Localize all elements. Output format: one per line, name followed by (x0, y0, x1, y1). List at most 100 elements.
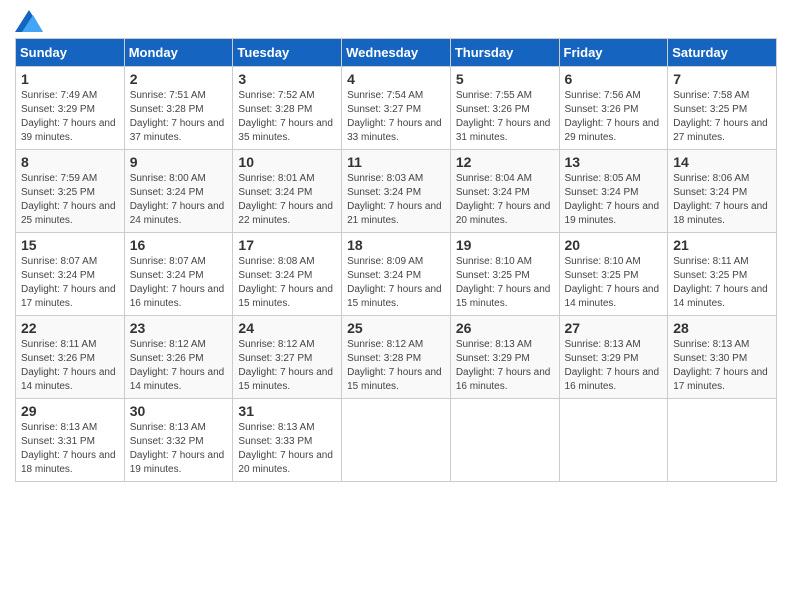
day-number: 7 (673, 71, 771, 87)
calendar-cell: 22 Sunrise: 8:11 AMSunset: 3:26 PMDayligh… (16, 316, 125, 399)
day-number: 12 (456, 154, 554, 170)
day-info: Sunrise: 8:13 AMSunset: 3:29 PMDaylight:… (565, 338, 663, 394)
calendar-cell: 11 Sunrise: 8:03 AMSunset: 3:24 PMDayligh… (342, 150, 451, 233)
day-number: 29 (21, 403, 119, 419)
day-info: Sunrise: 8:12 AMSunset: 3:27 PMDaylight:… (238, 338, 336, 394)
day-info: Sunrise: 8:11 AMSunset: 3:26 PMDaylight:… (21, 338, 119, 394)
day-number: 27 (565, 320, 663, 336)
day-number: 16 (130, 237, 228, 253)
day-info: Sunrise: 8:13 AMSunset: 3:30 PMDaylight:… (673, 338, 771, 394)
day-info: Sunrise: 8:10 AMSunset: 3:25 PMDaylight:… (456, 255, 554, 311)
day-number: 10 (238, 154, 336, 170)
day-info: Sunrise: 7:56 AMSunset: 3:26 PMDaylight:… (565, 89, 663, 145)
logo-icon (15, 10, 43, 32)
day-info: Sunrise: 8:06 AMSunset: 3:24 PMDaylight:… (673, 172, 771, 228)
day-info: Sunrise: 7:52 AMSunset: 3:28 PMDaylight:… (238, 89, 336, 145)
calendar-table: SundayMondayTuesdayWednesdayThursdayFrid… (15, 38, 777, 482)
day-number: 8 (21, 154, 119, 170)
calendar-cell: 13 Sunrise: 8:05 AMSunset: 3:24 PMDayligh… (559, 150, 668, 233)
day-number: 15 (21, 237, 119, 253)
calendar-week-row: 29 Sunrise: 8:13 AMSunset: 3:31 PMDayligh… (16, 399, 777, 482)
calendar-cell: 27 Sunrise: 8:13 AMSunset: 3:29 PMDayligh… (559, 316, 668, 399)
day-info: Sunrise: 8:07 AMSunset: 3:24 PMDaylight:… (21, 255, 119, 311)
day-info: Sunrise: 8:12 AMSunset: 3:28 PMDaylight:… (347, 338, 445, 394)
calendar-cell: 28 Sunrise: 8:13 AMSunset: 3:30 PMDayligh… (668, 316, 777, 399)
day-number: 30 (130, 403, 228, 419)
calendar-cell: 12 Sunrise: 8:04 AMSunset: 3:24 PMDayligh… (450, 150, 559, 233)
day-info: Sunrise: 8:12 AMSunset: 3:26 PMDaylight:… (130, 338, 228, 394)
day-info: Sunrise: 8:01 AMSunset: 3:24 PMDaylight:… (238, 172, 336, 228)
calendar-cell: 18Sunrise: 8:09 AMSunset: 3:24 PMDayligh… (342, 233, 451, 316)
day-number: 22 (21, 320, 119, 336)
day-info: Sunrise: 8:08 AMSunset: 3:24 PMDaylight:… (238, 255, 336, 311)
day-info: Sunrise: 8:13 AMSunset: 3:31 PMDaylight:… (21, 421, 119, 477)
calendar-cell: 25 Sunrise: 8:12 AMSunset: 3:28 PMDayligh… (342, 316, 451, 399)
calendar-cell: 21Sunrise: 8:11 AMSunset: 3:25 PMDayligh… (668, 233, 777, 316)
day-number: 24 (238, 320, 336, 336)
day-number: 4 (347, 71, 445, 87)
calendar-week-row: 15 Sunrise: 8:07 AMSunset: 3:24 PMDayligh… (16, 233, 777, 316)
calendar-cell: 4 Sunrise: 7:54 AMSunset: 3:27 PMDaylight… (342, 67, 451, 150)
calendar-cell: 19 Sunrise: 8:10 AMSunset: 3:25 PMDayligh… (450, 233, 559, 316)
col-header-monday: Monday (124, 39, 233, 67)
day-number: 9 (130, 154, 228, 170)
calendar-cell: 14 Sunrise: 8:06 AMSunset: 3:24 PMDayligh… (668, 150, 777, 233)
day-info: Sunrise: 8:13 AMSunset: 3:29 PMDaylight:… (456, 338, 554, 394)
calendar-cell: 30Sunrise: 8:13 AMSunset: 3:32 PMDayligh… (124, 399, 233, 482)
col-header-saturday: Saturday (668, 39, 777, 67)
day-number: 20 (565, 237, 663, 253)
calendar-cell: 20 Sunrise: 8:10 AMSunset: 3:25 PMDayligh… (559, 233, 668, 316)
day-info: Sunrise: 7:55 AMSunset: 3:26 PMDaylight:… (456, 89, 554, 145)
col-header-friday: Friday (559, 39, 668, 67)
day-info: Sunrise: 8:10 AMSunset: 3:25 PMDaylight:… (565, 255, 663, 311)
day-info: Sunrise: 8:11 AMSunset: 3:25 PMDaylight:… (673, 255, 771, 311)
calendar-cell: 24 Sunrise: 8:12 AMSunset: 3:27 PMDayligh… (233, 316, 342, 399)
calendar-week-row: 8 Sunrise: 7:59 AMSunset: 3:25 PMDaylight… (16, 150, 777, 233)
day-info: Sunrise: 7:51 AMSunset: 3:28 PMDaylight:… (130, 89, 228, 145)
calendar-cell: 26 Sunrise: 8:13 AMSunset: 3:29 PMDayligh… (450, 316, 559, 399)
day-number: 13 (565, 154, 663, 170)
day-info: Sunrise: 7:59 AMSunset: 3:25 PMDaylight:… (21, 172, 119, 228)
day-number: 2 (130, 71, 228, 87)
header (15, 10, 777, 32)
calendar-cell: 31Sunrise: 8:13 AMSunset: 3:33 PMDayligh… (233, 399, 342, 482)
calendar-week-row: 1 Sunrise: 7:49 AMSunset: 3:29 PMDaylight… (16, 67, 777, 150)
day-number: 28 (673, 320, 771, 336)
calendar-cell (559, 399, 668, 482)
calendar-week-row: 22 Sunrise: 8:11 AMSunset: 3:26 PMDayligh… (16, 316, 777, 399)
day-info: Sunrise: 8:05 AMSunset: 3:24 PMDaylight:… (565, 172, 663, 228)
day-number: 5 (456, 71, 554, 87)
day-number: 23 (130, 320, 228, 336)
calendar-cell: 29 Sunrise: 8:13 AMSunset: 3:31 PMDayligh… (16, 399, 125, 482)
calendar-cell: 16 Sunrise: 8:07 AMSunset: 3:24 PMDayligh… (124, 233, 233, 316)
day-number: 11 (347, 154, 445, 170)
day-info: Sunrise: 8:04 AMSunset: 3:24 PMDaylight:… (456, 172, 554, 228)
day-info: Sunrise: 8:13 AMSunset: 3:33 PMDaylight:… (238, 421, 336, 477)
day-info: Sunrise: 8:00 AMSunset: 3:24 PMDaylight:… (130, 172, 228, 228)
day-number: 14 (673, 154, 771, 170)
day-info: Sunrise: 8:09 AMSunset: 3:24 PMDaylight:… (347, 255, 445, 311)
day-number: 6 (565, 71, 663, 87)
col-header-thursday: Thursday (450, 39, 559, 67)
calendar-cell: 10 Sunrise: 8:01 AMSunset: 3:24 PMDayligh… (233, 150, 342, 233)
calendar-cell (668, 399, 777, 482)
calendar-cell: 7Sunrise: 7:58 AMSunset: 3:25 PMDaylight… (668, 67, 777, 150)
col-header-wednesday: Wednesday (342, 39, 451, 67)
calendar-cell: 1 Sunrise: 7:49 AMSunset: 3:29 PMDaylight… (16, 67, 125, 150)
calendar-cell: 17 Sunrise: 8:08 AMSunset: 3:24 PMDayligh… (233, 233, 342, 316)
calendar-cell: 3Sunrise: 7:52 AMSunset: 3:28 PMDaylight… (233, 67, 342, 150)
calendar-cell: 8 Sunrise: 7:59 AMSunset: 3:25 PMDaylight… (16, 150, 125, 233)
day-info: Sunrise: 8:03 AMSunset: 3:24 PMDaylight:… (347, 172, 445, 228)
calendar-cell (450, 399, 559, 482)
calendar-cell (342, 399, 451, 482)
col-header-tuesday: Tuesday (233, 39, 342, 67)
day-number: 26 (456, 320, 554, 336)
day-number: 19 (456, 237, 554, 253)
day-number: 25 (347, 320, 445, 336)
day-number: 17 (238, 237, 336, 253)
day-info: Sunrise: 7:54 AMSunset: 3:27 PMDaylight:… (347, 89, 445, 145)
day-number: 1 (21, 71, 119, 87)
day-info: Sunrise: 8:07 AMSunset: 3:24 PMDaylight:… (130, 255, 228, 311)
calendar-cell: 23 Sunrise: 8:12 AMSunset: 3:26 PMDayligh… (124, 316, 233, 399)
day-info: Sunrise: 7:49 AMSunset: 3:29 PMDaylight:… (21, 89, 119, 145)
